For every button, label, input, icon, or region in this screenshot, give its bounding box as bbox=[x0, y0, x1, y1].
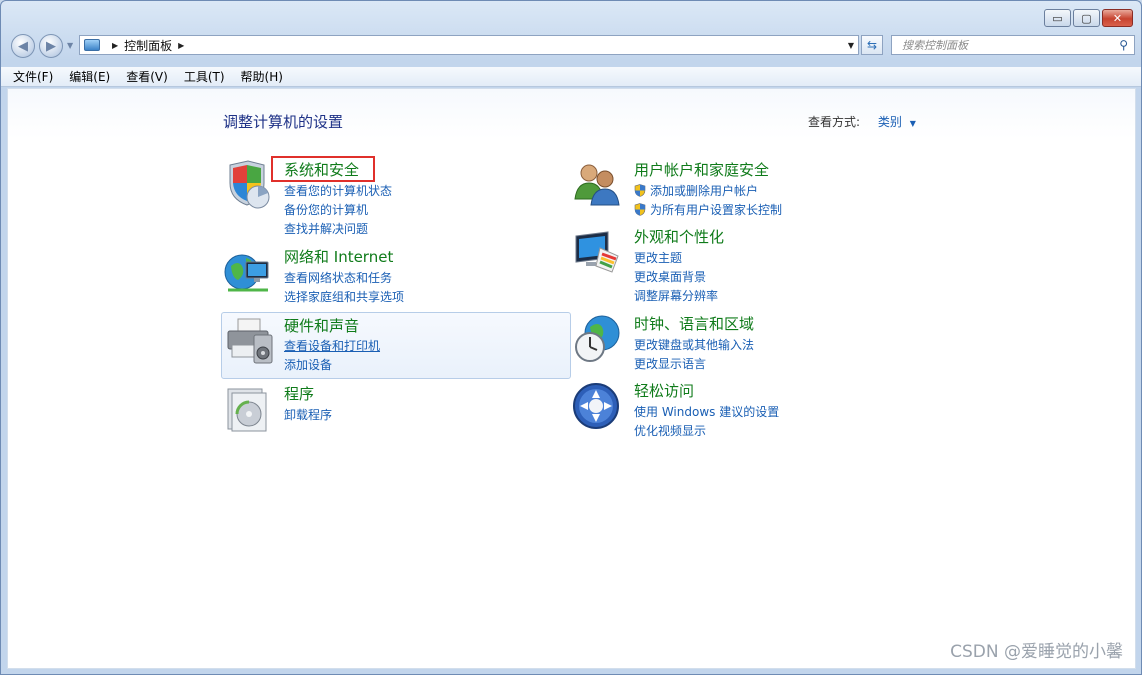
category-appearance: 外观和个性化 更改主题 更改桌面背景 调整屏幕分辨率 bbox=[572, 226, 922, 303]
category-title[interactable]: 时钟、语言和区域 bbox=[634, 313, 754, 334]
highlight-annotation-box bbox=[271, 156, 375, 182]
category-links: 查看设备和打印机 添加设备 bbox=[284, 337, 380, 375]
view-by-dropdown[interactable]: 类别 bbox=[878, 115, 902, 129]
view-by-label: 查看方式: bbox=[808, 115, 861, 129]
address-history-dropdown[interactable]: ▼ bbox=[848, 41, 854, 50]
menu-tools[interactable]: 工具(T) bbox=[184, 68, 225, 85]
menu-file[interactable]: 文件(F) bbox=[13, 68, 53, 85]
control-panel-icon bbox=[84, 39, 100, 51]
programs-icon[interactable] bbox=[222, 383, 274, 435]
link-parental-controls[interactable]: 为所有用户设置家长控制 bbox=[634, 201, 782, 220]
link-network-status[interactable]: 查看网络状态和任务 bbox=[284, 269, 404, 288]
link-display-language[interactable]: 更改显示语言 bbox=[634, 355, 754, 374]
link-change-theme[interactable]: 更改主题 bbox=[634, 249, 718, 268]
network-globe-icon[interactable] bbox=[222, 246, 274, 298]
menu-bar: 文件(F) 编辑(E) 查看(V) 工具(T) 帮助(H) bbox=[1, 67, 1141, 87]
category-links: 添加或删除用户帐户 为所有用户设置家长控制 bbox=[634, 182, 782, 220]
link-windows-recommended-settings[interactable]: 使用 Windows 建议的设置 bbox=[634, 403, 779, 422]
content-pane: 调整计算机的设置 查看方式: 类别 ▼ 系统和安全 查看您的计算机状态 备份您的… bbox=[7, 88, 1136, 669]
category-title[interactable]: 外观和个性化 bbox=[634, 226, 724, 247]
search-box[interactable]: ⚲ bbox=[891, 35, 1135, 55]
link-backup-computer[interactable]: 备份您的计算机 bbox=[284, 201, 392, 220]
category-network-internet: 网络和 Internet 查看网络状态和任务 选择家庭组和共享选项 bbox=[222, 246, 572, 312]
maximize-button[interactable]: ▢ bbox=[1073, 9, 1100, 27]
category-hardware-sound: 硬件和声音 查看设备和打印机 添加设备 bbox=[221, 312, 571, 379]
minimize-button[interactable]: ▭ bbox=[1044, 9, 1071, 27]
category-links: 更改主题 更改桌面背景 调整屏幕分辨率 bbox=[634, 249, 718, 306]
category-links: 查看您的计算机状态 备份您的计算机 查找并解决问题 bbox=[284, 182, 392, 239]
link-devices-printers[interactable]: 查看设备和打印机 bbox=[284, 337, 380, 356]
category-title[interactable]: 用户帐户和家庭安全 bbox=[634, 159, 769, 180]
navigation-row: ◀ ▶ ▼ ▶ 控制面板 ▶ ▼ ⇆ ⚲ bbox=[9, 33, 1135, 59]
category-links: 查看网络状态和任务 选择家庭组和共享选项 bbox=[284, 269, 404, 307]
users-icon[interactable] bbox=[572, 159, 624, 211]
menu-view[interactable]: 查看(V) bbox=[126, 68, 168, 85]
category-links: 更改键盘或其他输入法 更改显示语言 bbox=[634, 336, 754, 374]
back-arrow-icon: ◀ bbox=[18, 38, 28, 54]
link-view-computer-status[interactable]: 查看您的计算机状态 bbox=[284, 182, 392, 201]
uac-shield-icon bbox=[634, 184, 646, 197]
back-button[interactable]: ◀ bbox=[11, 34, 35, 58]
menu-edit[interactable]: 编辑(E) bbox=[69, 68, 110, 85]
link-homegroup-sharing[interactable]: 选择家庭组和共享选项 bbox=[284, 288, 404, 307]
view-by: 查看方式: 类别 ▼ bbox=[808, 113, 916, 130]
shield-icon[interactable] bbox=[222, 159, 274, 211]
recent-pages-dropdown[interactable]: ▼ bbox=[67, 41, 73, 50]
refresh-button[interactable]: ⇆ bbox=[861, 35, 883, 55]
menu-help[interactable]: 帮助(H) bbox=[241, 68, 283, 85]
breadcrumb-control-panel[interactable]: 控制面板 bbox=[124, 37, 172, 54]
category-programs: 程序 卸载程序 bbox=[222, 383, 572, 449]
clock-globe-icon[interactable] bbox=[572, 313, 624, 365]
link-desktop-background[interactable]: 更改桌面背景 bbox=[634, 268, 718, 287]
refresh-icon: ⇆ bbox=[866, 38, 878, 52]
category-user-accounts: 用户帐户和家庭安全 添加或删除用户帐户 为所有用户设置家长控制 bbox=[572, 159, 922, 225]
ease-of-access-icon[interactable] bbox=[572, 380, 624, 432]
forward-button[interactable]: ▶ bbox=[39, 34, 63, 58]
category-title[interactable]: 网络和 Internet bbox=[284, 246, 393, 267]
breadcrumb-separator-icon[interactable]: ▶ bbox=[112, 41, 118, 50]
link-optimize-visual-display[interactable]: 优化视频显示 bbox=[634, 422, 779, 441]
category-links: 卸载程序 bbox=[284, 406, 332, 425]
breadcrumb-separator-icon[interactable]: ▶ bbox=[178, 41, 184, 50]
category-title[interactable]: 轻松访问 bbox=[634, 380, 694, 401]
category-title[interactable]: 硬件和声音 bbox=[284, 315, 359, 336]
category-clock-language-region: 时钟、语言和区域 更改键盘或其他输入法 更改显示语言 bbox=[572, 313, 922, 379]
search-input[interactable] bbox=[900, 37, 1104, 53]
caption-buttons: ▭ ▢ ✕ bbox=[1044, 9, 1133, 27]
category-ease-of-access: 轻松访问 使用 Windows 建议的设置 优化视频显示 bbox=[572, 380, 922, 446]
printer-icon[interactable] bbox=[224, 315, 276, 367]
link-label: 添加或删除用户帐户 bbox=[650, 184, 759, 198]
link-screen-resolution[interactable]: 调整屏幕分辨率 bbox=[634, 287, 718, 306]
page-title: 调整计算机的设置 bbox=[223, 113, 344, 131]
chevron-down-icon[interactable]: ▼ bbox=[910, 119, 916, 128]
watermark: CSDN @爱睡觉的小馨 bbox=[950, 642, 1123, 662]
category-title[interactable]: 程序 bbox=[284, 383, 314, 404]
uac-shield-icon bbox=[634, 203, 646, 216]
close-button[interactable]: ✕ bbox=[1102, 9, 1133, 27]
link-add-device[interactable]: 添加设备 bbox=[284, 356, 380, 375]
control-panel-window: ▭ ▢ ✕ ◀ ▶ ▼ ▶ 控制面板 ▶ ▼ ⇆ ⚲ 文件(F) 编辑(E) 查… bbox=[0, 0, 1142, 675]
monitor-palette-icon[interactable] bbox=[572, 226, 624, 278]
link-uninstall-program[interactable]: 卸载程序 bbox=[284, 406, 332, 425]
forward-arrow-icon: ▶ bbox=[46, 38, 56, 54]
address-bar[interactable]: ▶ 控制面板 ▶ ▼ bbox=[79, 35, 859, 55]
link-keyboard-input[interactable]: 更改键盘或其他输入法 bbox=[634, 336, 754, 355]
category-links: 使用 Windows 建议的设置 优化视频显示 bbox=[634, 403, 779, 441]
link-troubleshoot[interactable]: 查找并解决问题 bbox=[284, 220, 392, 239]
search-icon[interactable]: ⚲ bbox=[1119, 38, 1128, 52]
link-label: 为所有用户设置家长控制 bbox=[650, 203, 783, 217]
link-add-remove-accounts[interactable]: 添加或删除用户帐户 bbox=[634, 182, 782, 201]
